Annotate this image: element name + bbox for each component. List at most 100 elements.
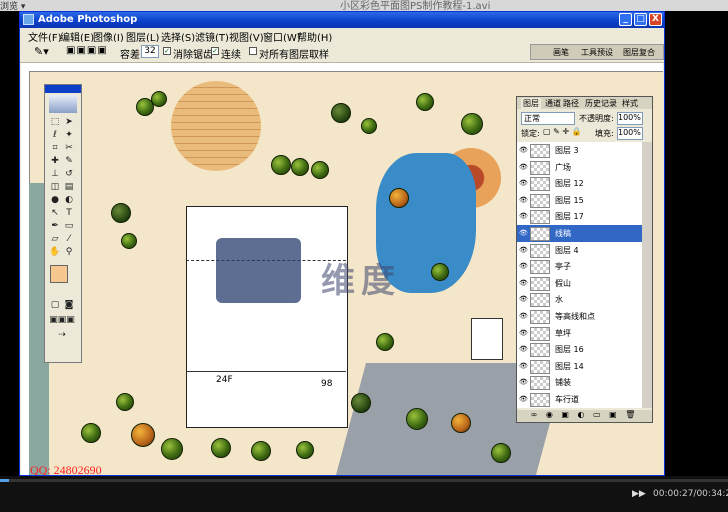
eye-icon[interactable]: 👁 [519, 362, 528, 370]
tab-styles[interactable]: 样式 [622, 98, 638, 109]
stamp-tool-icon[interactable]: ⊥ [49, 169, 61, 180]
standard-mode-icon[interactable]: ▢ [49, 300, 61, 311]
layer-row[interactable]: 👁 图层 12 [517, 175, 642, 194]
magic-wand-tool-icon[interactable]: ✦ [63, 130, 75, 141]
tree [131, 423, 155, 447]
hand-tool-icon[interactable]: ✋ [49, 247, 61, 258]
gradient-tool-icon[interactable]: ▤ [63, 182, 75, 193]
layer-row[interactable]: 👁 图层 17 [517, 208, 642, 227]
layers-panel: 图层 通道 路径 历史记录 样式 正常 不透明度: 100% 锁定: ▢ ✎ ✛… [516, 96, 653, 423]
dodge-tool-icon[interactable]: ◐ [63, 195, 75, 206]
tree [461, 113, 483, 135]
progress-bar[interactable] [0, 479, 728, 482]
layer-row[interactable]: 👁 假山 [517, 274, 642, 293]
eye-icon[interactable]: 👁 [519, 329, 528, 337]
layer-row[interactable]: 👁 图层 3 [517, 142, 642, 160]
blur-tool-icon[interactable]: ● [49, 195, 61, 206]
layer-row[interactable]: 👁 水 [517, 291, 642, 310]
eye-icon[interactable]: 👁 [519, 163, 528, 171]
close-button[interactable]: X [649, 13, 662, 26]
layer-name: 线稿 [555, 229, 571, 238]
maximize-button[interactable]: □ [634, 13, 647, 26]
marquee-tool-icon[interactable]: ⬚ [49, 117, 61, 128]
type-tool-icon[interactable]: T [63, 208, 75, 219]
eye-icon[interactable]: 👁 [519, 279, 528, 287]
magic-wand-icon[interactable]: ✎▾ [34, 45, 49, 58]
tree [211, 438, 231, 458]
eye-icon[interactable]: 👁 [519, 295, 528, 303]
screen-mode-icons[interactable]: ▣▣▣ [49, 315, 75, 326]
layers-scrollbar[interactable] [642, 142, 652, 408]
layer-name: 铺装 [555, 378, 571, 388]
foreground-color-swatch[interactable] [50, 265, 68, 283]
eye-icon[interactable]: 👁 [519, 179, 528, 187]
crop-tool-icon[interactable]: ⌗ [49, 143, 61, 154]
healing-tool-icon[interactable]: ✚ [49, 156, 61, 167]
eye-icon[interactable]: 👁 [519, 212, 528, 220]
tree [416, 93, 434, 111]
lock-icons[interactable]: ▢ ✎ ✛ 🔒 [543, 127, 582, 136]
eye-icon[interactable]: 👁 [519, 378, 528, 386]
fill-input[interactable]: 100% [617, 127, 643, 140]
layer-row[interactable]: 👁 线稿 [517, 225, 642, 243]
toolbox: ⬚ ➤ ℓ ✦ ⌗ ✂ ✚ ✎ ⊥ ↺ ◫ ▤ ● ◐ ↖ T ✒ ▭ ▱ ⁄ … [44, 84, 82, 363]
layer-row[interactable]: 👁 广场 [517, 158, 642, 177]
adobe-feather-icon [49, 95, 77, 113]
eye-icon[interactable]: 👁 [519, 345, 528, 353]
tree [376, 333, 394, 351]
slice-tool-icon[interactable]: ✂ [63, 143, 75, 154]
palette-tab-brushes[interactable]: 画笔 [553, 47, 569, 58]
layer-row[interactable]: 👁 图层 16 [517, 341, 642, 360]
tolerance-input[interactable]: 32 [141, 45, 159, 58]
palette-tab-tool-presets[interactable]: 工具预设 [581, 47, 613, 58]
all-layers-checkbox[interactable] [249, 47, 257, 55]
eye-icon[interactable]: 👁 [519, 312, 528, 320]
zoom-tool-icon[interactable]: ⚲ [63, 247, 75, 258]
antialias-checkbox[interactable]: ✓ [163, 47, 171, 55]
tab-history[interactable]: 历史记录 [585, 98, 617, 109]
tab-channels[interactable]: 通道 [545, 98, 561, 109]
eyedropper-tool-icon[interactable]: ⁄ [63, 234, 75, 245]
layer-row[interactable]: 👁 图层 15 [517, 191, 642, 210]
layer-row[interactable]: 👁 车行道 [517, 391, 642, 408]
pen-tool-icon[interactable]: ✒ [49, 221, 61, 232]
shape-tool-icon[interactable]: ▭ [63, 221, 75, 232]
eye-icon[interactable]: 👁 [519, 262, 528, 270]
brush-tool-icon[interactable]: ✎ [63, 156, 75, 167]
circular-plaza [171, 81, 261, 171]
eye-icon[interactable]: 👁 [519, 395, 528, 403]
notes-tool-icon[interactable]: ▱ [49, 234, 61, 245]
layer-row[interactable]: 👁 图层 14 [517, 357, 642, 376]
layer-row[interactable]: 👁 草坪 [517, 324, 642, 343]
palette-tab-layer-comps[interactable]: 图层复合 [623, 47, 655, 58]
opacity-input[interactable]: 100% [617, 112, 643, 125]
eye-icon[interactable]: 👁 [519, 146, 528, 154]
tab-layers[interactable]: 图层 [521, 98, 541, 109]
layer-row[interactable]: 👁 亭子 [517, 258, 642, 277]
tree [491, 443, 511, 463]
blend-mode-select[interactable]: 正常 [521, 112, 575, 125]
eye-icon[interactable]: 👁 [519, 246, 528, 254]
tab-paths[interactable]: 路径 [563, 98, 579, 109]
fast-forward-button[interactable]: ▶▶ [632, 489, 646, 499]
photoshop-icon [23, 14, 34, 25]
toolbox-header[interactable] [45, 85, 81, 93]
path-select-tool-icon[interactable]: ↖ [49, 208, 61, 219]
layer-row[interactable]: 👁 图层 4 [517, 241, 642, 260]
minimize-button[interactable]: _ [619, 13, 632, 26]
contiguous-checkbox[interactable]: ✓ [211, 47, 219, 55]
lasso-tool-icon[interactable]: ℓ [49, 130, 61, 141]
layer-actions-bar[interactable]: ∞ ◉ ▣ ◐ ▭ ▣ 🗑 [517, 410, 652, 422]
jump-to-imageready-icon[interactable]: ⇢ [49, 330, 75, 341]
selection-mode-icons[interactable]: ▣▣▣▣ [66, 45, 108, 56]
title-bar: Adobe Photoshop _ □ X [20, 12, 664, 28]
layer-row[interactable]: 👁 等高线和点 [517, 308, 642, 326]
move-tool-icon[interactable]: ➤ [63, 117, 75, 128]
history-brush-icon[interactable]: ↺ [63, 169, 75, 180]
layer-thumbnail [530, 376, 550, 391]
eye-icon[interactable]: 👁 [519, 196, 528, 204]
layer-row[interactable]: 👁 铺装 [517, 374, 642, 393]
quickmask-mode-icon[interactable]: ◙ [63, 300, 75, 311]
eraser-tool-icon[interactable]: ◫ [49, 182, 61, 193]
eye-icon[interactable]: 👁 [519, 229, 528, 237]
